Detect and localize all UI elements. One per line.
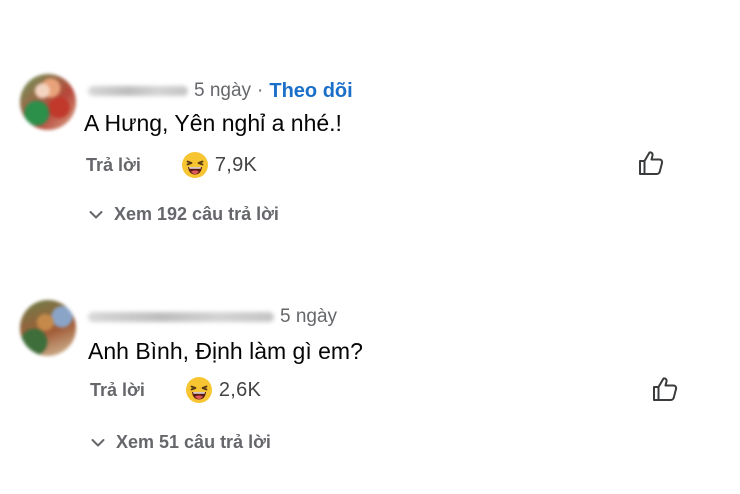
blurred-username[interactable]: [88, 312, 274, 322]
comment-time: 5 ngày: [194, 80, 252, 101]
comment-time: 5 ngày: [280, 306, 338, 327]
reaction-summary[interactable]: 2,6K: [185, 376, 261, 404]
avatar[interactable]: [20, 300, 76, 356]
follow-button[interactable]: Theo dõi: [269, 80, 352, 103]
comment-meta: 5 ngày: [88, 304, 337, 330]
chevron-down-icon: [91, 438, 105, 446]
reaction-count: 7,9K: [214, 153, 258, 176]
comment-text: Anh Bình, Định làm gì em?: [88, 338, 363, 364]
view-replies-label: Xem 192 câu trả lời: [114, 204, 279, 224]
blurred-username[interactable]: [88, 86, 188, 96]
reaction-count: 2,6K: [218, 378, 262, 401]
avatar[interactable]: [20, 74, 76, 130]
view-replies-button[interactable]: Xem 51 câu trả lời: [90, 432, 271, 453]
reply-button[interactable]: Trả lời: [90, 380, 145, 401]
laughing-emoji-icon: [181, 152, 208, 178]
separator-dot: ·: [257, 80, 264, 101]
reply-button[interactable]: Trả lời: [86, 155, 141, 176]
comments-page: 5 ngày · Theo dõi A Hưng, Yên nghỉ a nhé…: [0, 0, 740, 494]
thumbs-up-icon[interactable]: [636, 148, 666, 178]
laughing-emoji-icon: [185, 377, 212, 403]
reaction-summary[interactable]: 7,9K: [181, 151, 257, 179]
chevron-down-icon: [89, 210, 103, 218]
view-replies-button[interactable]: Xem 192 câu trả lời: [88, 204, 279, 225]
view-replies-label: Xem 51 câu trả lời: [116, 432, 271, 452]
comment-text: A Hưng, Yên nghỉ a nhé.!: [84, 110, 342, 136]
thumbs-up-icon[interactable]: [650, 374, 680, 404]
comment-actions: Trả lời 2,6K: [90, 375, 261, 405]
comment-meta: 5 ngày · Theo dõi: [88, 78, 353, 104]
comment-actions: Trả lời 7,9K: [86, 150, 257, 180]
